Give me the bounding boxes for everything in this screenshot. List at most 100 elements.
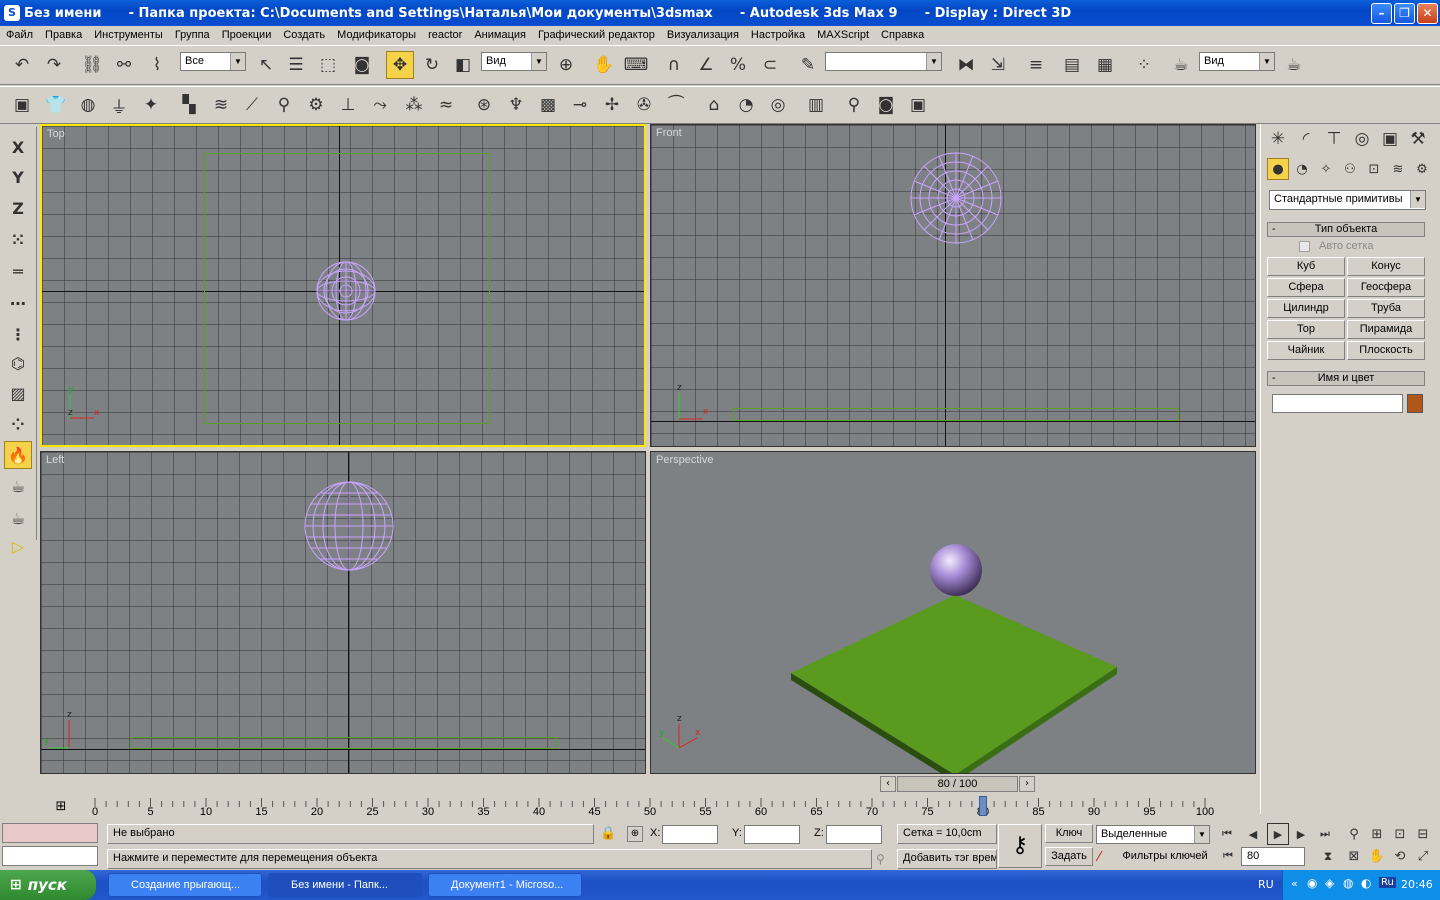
- menu-customize[interactable]: Настройка: [745, 29, 811, 41]
- curve-editor-mini-icon[interactable]: ⊞: [52, 799, 70, 815]
- shirt-icon[interactable]: 👕: [42, 91, 70, 119]
- figure-icon[interactable]: ✦: [137, 91, 165, 119]
- time-tag-icon[interactable]: ⚲: [876, 852, 885, 866]
- x-coordinate-field[interactable]: [662, 825, 718, 844]
- selection-filter-dropdown[interactable]: Все ▼: [180, 52, 246, 71]
- shapes-icon[interactable]: ◔: [1291, 158, 1313, 180]
- zoom-extents-all-icon[interactable]: ⊟: [1413, 823, 1433, 845]
- time-slider[interactable]: ‹ 80 / 100 ›: [880, 776, 1036, 792]
- ruler-icon[interactable]: ═: [4, 257, 32, 285]
- create-tab-icon[interactable]: ✳: [1265, 126, 1291, 152]
- teapot-icon[interactable]: ☕: [4, 472, 32, 500]
- cone-button[interactable]: Конус: [1347, 257, 1425, 276]
- cylinder-button[interactable]: Цилиндр: [1267, 299, 1345, 318]
- viewport-top[interactable]: Top y x z: [40, 124, 646, 447]
- lock-icon[interactable]: 🔒: [600, 826, 616, 841]
- cloth-icon[interactable]: ≋: [207, 91, 235, 119]
- set-key-icon[interactable]: ⚷: [998, 824, 1042, 868]
- layer-manager-icon[interactable]: ≡: [1022, 51, 1050, 79]
- menu-graph-editors[interactable]: Графический редактор: [532, 29, 661, 41]
- hierarchy-icon[interactable]: ⋮: [4, 320, 32, 348]
- unlink-icon[interactable]: ⚯: [110, 51, 138, 79]
- menu-modifiers[interactable]: Модификаторы: [331, 29, 422, 41]
- orbit-icon[interactable]: ⟲: [1390, 846, 1410, 866]
- constraint-xy-icon[interactable]: ⁙: [4, 225, 32, 253]
- select-icon[interactable]: ↖: [252, 51, 280, 79]
- prev-frame-arrow-icon[interactable]: ‹: [880, 776, 896, 792]
- menu-tools[interactable]: Инструменты: [88, 29, 169, 41]
- dots-icon[interactable]: ⋯: [4, 289, 32, 317]
- viewport-front[interactable]: Front z x: [650, 124, 1256, 447]
- viewport-label-left[interactable]: Left: [46, 454, 64, 466]
- viewport-left[interactable]: Left z y: [40, 451, 646, 774]
- next-frame-icon[interactable]: ▶: [1290, 823, 1312, 845]
- collapse-toggle[interactable]: -: [1272, 223, 1276, 236]
- go-to-start-icon[interactable]: ⏮: [1216, 823, 1238, 845]
- object-name-field[interactable]: [1272, 394, 1403, 413]
- rect-selection-icon[interactable]: ⬚: [314, 51, 342, 79]
- absolute-mode-icon[interactable]: ⊕: [627, 826, 643, 842]
- menu-edit[interactable]: Правка: [39, 29, 88, 41]
- rope-modifier-icon[interactable]: ◎: [764, 91, 792, 119]
- viewport-label-front[interactable]: Front: [656, 127, 682, 139]
- bind-spacewarp-icon[interactable]: ⌇: [143, 51, 171, 79]
- sphere-button[interactable]: Сфера: [1267, 278, 1345, 297]
- key-mode-toggle-icon[interactable]: ⏮: [1218, 846, 1238, 866]
- current-frame-marker[interactable]: [979, 796, 987, 816]
- maxscript-listener-pink[interactable]: [2, 823, 98, 843]
- time-configuration-icon[interactable]: ⧗: [1318, 846, 1338, 866]
- viewport-perspective[interactable]: Perspective z x y: [650, 451, 1256, 774]
- add-time-tag-button[interactable]: Добавить тэг врем: [897, 849, 997, 869]
- pan-icon[interactable]: ✋: [1367, 846, 1387, 866]
- box-button[interactable]: Куб: [1267, 257, 1345, 276]
- rope-icon[interactable]: ⟋: [238, 91, 266, 119]
- named-selection-dropdown[interactable]: ▼: [825, 52, 942, 71]
- tray-language-icon[interactable]: Ru: [1379, 877, 1396, 888]
- previous-frame-icon[interactable]: ◀: [1242, 823, 1264, 845]
- constraint-y-button[interactable]: Y: [4, 163, 32, 191]
- camera-icon[interactable]: ◙: [872, 91, 900, 119]
- hinge-icon[interactable]: ⊥: [334, 91, 362, 119]
- menu-file[interactable]: Файл: [0, 29, 39, 41]
- close-button[interactable]: ✕: [1417, 3, 1438, 24]
- materials-icon[interactable]: ⁘: [4, 410, 32, 438]
- scale-icon[interactable]: ◧: [449, 51, 477, 79]
- cloth-modifier-icon[interactable]: ⌂: [700, 91, 728, 119]
- minimize-button[interactable]: –: [1371, 3, 1392, 24]
- render-scene-icon[interactable]: ☕: [1167, 51, 1195, 79]
- soft-body-icon[interactable]: ◔: [732, 91, 760, 119]
- cameras-icon[interactable]: ⚇: [1339, 158, 1361, 180]
- spacewarps-icon[interactable]: ≋: [1387, 158, 1409, 180]
- trajectory-icon[interactable]: ⌬: [4, 349, 32, 377]
- wind-icon[interactable]: ⤳: [366, 91, 394, 119]
- quick-render-icon[interactable]: ☕: [1280, 51, 1308, 79]
- menu-rendering[interactable]: Визуализация: [661, 29, 745, 41]
- mirror-icon[interactable]: ⧓: [952, 51, 980, 79]
- align-icon[interactable]: ⇲: [984, 51, 1012, 79]
- utilities-tab-icon[interactable]: ⚒: [1405, 126, 1431, 152]
- property-editor-icon[interactable]: ▥: [802, 91, 830, 119]
- menu-maxscript[interactable]: MAXScript: [811, 29, 875, 41]
- object-type-rollout[interactable]: - Тип объекта: [1267, 222, 1425, 237]
- name-color-rollout[interactable]: - Имя и цвет: [1267, 371, 1425, 386]
- tray-arrow-icon[interactable]: «: [1291, 877, 1298, 890]
- motion-tab-icon[interactable]: ◎: [1349, 126, 1375, 152]
- start-button[interactable]: ⊞ пуск: [0, 870, 96, 900]
- render-icon[interactable]: ☕: [4, 504, 32, 532]
- angle-snap-icon[interactable]: ∠: [692, 51, 720, 79]
- viewport-label-top[interactable]: Top: [47, 128, 65, 140]
- pivot-center-icon[interactable]: ⊕: [552, 51, 580, 79]
- checker-icon[interactable]: ▚: [175, 91, 203, 119]
- collapse-toggle[interactable]: -: [1272, 372, 1276, 385]
- select-by-name-icon[interactable]: ☰: [282, 51, 310, 79]
- snap-toggle-icon[interactable]: ∩: [660, 51, 688, 79]
- key-mode-dropdown[interactable]: Выделенные ▼: [1096, 825, 1210, 844]
- teapot-button[interactable]: Чайник: [1267, 341, 1345, 360]
- auto-grid-checkbox[interactable]: [1299, 241, 1310, 252]
- toy-car-icon[interactable]: ⏜: [662, 91, 690, 119]
- systems-icon[interactable]: ⚙: [1411, 158, 1433, 180]
- next-frame-arrow-icon[interactable]: ›: [1019, 776, 1035, 792]
- menu-views[interactable]: Проекции: [216, 29, 278, 41]
- constraint-x-button[interactable]: X: [4, 133, 32, 161]
- maximize-button[interactable]: ❐: [1394, 3, 1415, 24]
